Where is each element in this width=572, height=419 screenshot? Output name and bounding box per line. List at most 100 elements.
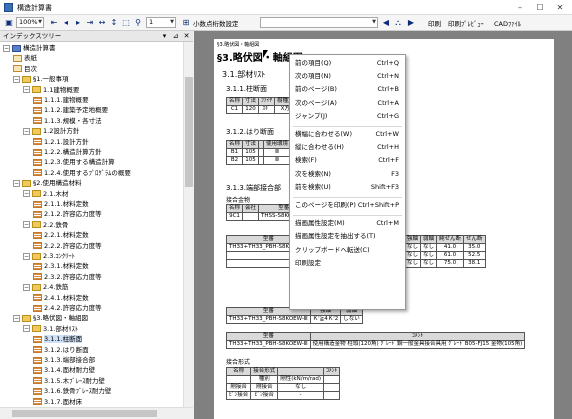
tree-item[interactable]: 2.4.2.許容応力度等 <box>33 303 102 313</box>
tree-item[interactable]: − §2.使用構造材料 <box>13 178 81 188</box>
fit-height-icon[interactable]: ↕ <box>108 17 120 29</box>
table-cell: 61.0 <box>435 251 464 260</box>
menu-item[interactable]: ジャンプ(J) Ctrl+G <box>290 111 405 122</box>
minimize-button[interactable]: – <box>510 1 530 14</box>
tree-item[interactable]: − 2.2.鉄骨 <box>23 220 68 230</box>
tree-horizontal-scrollbar[interactable] <box>0 407 193 419</box>
tree-item[interactable]: 2.1.1.材料定数 <box>33 199 89 209</box>
zoom-select[interactable]: 100% ▼ <box>16 17 44 28</box>
collapse-toggle-icon[interactable]: − <box>23 252 30 260</box>
menu-item[interactable]: 次の項目(N) Ctrl+N <box>290 71 405 82</box>
decimal-setting-button[interactable]: 小数点桁数設定 <box>193 18 239 28</box>
next-page-icon[interactable]: ▸ <box>72 17 84 29</box>
collapse-toggle-icon[interactable]: − <box>13 314 20 322</box>
cad-file-button[interactable]: CADﾌｧｲﾙ <box>494 18 521 28</box>
menu-item[interactable]: 前のページ(B) Ctrl+B <box>290 84 405 95</box>
menu-item[interactable]: 描画属性設定を抽出する(T) <box>290 231 405 242</box>
tree-item[interactable]: − 1.2設計方針 <box>23 126 79 136</box>
tree-item[interactable]: 3.1.6.鉄骨ﾌﾞﾚｰｽ耐力壁 <box>33 386 111 396</box>
scroll-thumb[interactable] <box>185 77 193 187</box>
tree-item[interactable]: 2.3.1.材料定数 <box>33 261 89 271</box>
menu-item[interactable]: このページを印刷(P) Ctrl+Shift+P <box>290 200 405 211</box>
tree-item[interactable]: 1.2.1.設計方針 <box>33 137 89 147</box>
search-icon[interactable]: ⚲ <box>132 17 144 29</box>
tree-item[interactable]: 2.2.2.許容応力度等 <box>33 241 102 251</box>
binoculars-icon[interactable]: ⛬ <box>392 17 404 29</box>
close-panel-icon[interactable]: ✕ <box>182 31 191 41</box>
tree-item[interactable]: 3.1.5.木ﾌﾞﾚｰｽ耐力壁 <box>33 376 105 386</box>
pin-icon[interactable]: ▾ <box>160 31 169 41</box>
search-input[interactable]: ▼ <box>260 17 378 28</box>
table-cell: C1 <box>225 105 244 114</box>
first-page-icon[interactable]: ⇤ <box>48 17 60 29</box>
tree-item[interactable]: 3.1.2.はり断面 <box>33 345 89 355</box>
autohide-icon[interactable]: ⊿ <box>171 31 180 41</box>
tree-item[interactable]: − 3.1.部材ﾘｽﾄ <box>23 324 78 334</box>
tree-vertical-scrollbar[interactable] <box>183 42 193 407</box>
menu-item[interactable]: 次を検索(N) F3 <box>290 169 405 180</box>
page-select[interactable]: 1 ▼ <box>146 17 176 28</box>
menu-item[interactable]: 前の項目(Q) Ctrl+Q <box>290 58 405 69</box>
find-prev-icon[interactable]: ◀ <box>380 17 392 29</box>
tree-item[interactable]: − 2.1.木材 <box>23 189 68 199</box>
collapse-toggle-icon[interactable]: − <box>23 190 30 198</box>
collapse-toggle-icon[interactable]: − <box>23 221 30 229</box>
last-page-icon[interactable]: ⇥ <box>84 17 96 29</box>
tree-item[interactable]: 3.1.7.面材床 <box>33 397 82 407</box>
fit-width-icon[interactable]: ↔ <box>96 17 108 29</box>
close-button[interactable]: ✕ <box>550 1 570 14</box>
print-preview-button[interactable]: 印刷ﾌﾟﾚﾋﾞｭｰ <box>448 18 484 28</box>
folder-icon <box>32 86 41 94</box>
tree-item[interactable]: 1.1.2.建築予定地概要 <box>33 105 108 115</box>
scroll-thumb[interactable] <box>12 410 157 417</box>
tree-item[interactable]: − 構造計算書 <box>3 43 56 53</box>
tree-item[interactable]: 2.2.1.材料定数 <box>33 230 89 240</box>
tree-item[interactable]: 目次 <box>13 64 37 74</box>
print-button[interactable]: 印刷 <box>428 18 441 28</box>
prev-page-icon[interactable]: ◂ <box>60 17 72 29</box>
fit-page-icon[interactable]: ⬚ <box>120 17 132 29</box>
menu-item[interactable]: 縦に合わせる(H) Ctrl+H <box>290 142 405 153</box>
tree-item[interactable]: 3.1.4.面材耐力壁 <box>33 365 95 375</box>
collapse-toggle-icon[interactable]: − <box>3 44 10 52</box>
sub-icon <box>33 106 42 114</box>
tree-item[interactable]: 2.1.2.許容応力度等 <box>33 209 102 219</box>
tree-item[interactable]: 3.1.1.柱断面 <box>33 334 83 344</box>
sheet-icon <box>13 65 22 73</box>
tree-item[interactable]: − 2.3.ｺﾝｸﾘｰﾄ <box>23 251 75 261</box>
table-cell: 105 <box>242 156 260 165</box>
tree-item[interactable]: − §1.一般事項 <box>13 74 68 84</box>
collapse-toggle-icon[interactable]: − <box>13 179 20 187</box>
find-next-icon[interactable]: ▶ <box>405 17 417 29</box>
maximize-button[interactable]: ☐ <box>530 1 550 14</box>
tree-item[interactable]: 1.2.4.使用するﾌﾟﾛｸﾞﾗﾑの概要 <box>33 168 131 178</box>
tree-item[interactable]: 2.4.1.材料定数 <box>33 293 89 303</box>
decimal-icon[interactable]: ⊞ <box>180 17 192 29</box>
collapse-toggle-icon[interactable]: − <box>23 127 30 135</box>
tree-item[interactable]: 3.1.3.端部接合部 <box>33 355 95 365</box>
tree-item[interactable]: 1.1.1.建物概要 <box>33 95 89 105</box>
collapse-toggle-icon[interactable]: − <box>23 325 30 333</box>
tree-item[interactable]: 1.1.3.規模・各寸法 <box>33 116 102 126</box>
menu-item[interactable]: 前を検索(U) Shift+F3 <box>290 182 405 193</box>
menu-item[interactable]: 描画属性設定(M) Ctrl+M <box>290 218 405 229</box>
collapse-toggle-icon[interactable]: − <box>23 283 30 291</box>
menu-item[interactable]: 検索(F) Ctrl+F <box>290 155 405 166</box>
menu-item[interactable]: 次のページ(A) Ctrl+A <box>290 98 405 109</box>
menu-item[interactable]: クリップボードへ転送(C) <box>290 245 405 256</box>
print-icon[interactable]: ▣ <box>3 17 15 29</box>
menu-shortcut: Ctrl+Q <box>376 59 399 67</box>
menu-item[interactable]: 印刷設定 <box>290 258 405 269</box>
tree-item[interactable]: 表紙 <box>13 53 37 63</box>
collapse-toggle-icon[interactable]: − <box>23 86 30 94</box>
menu-item[interactable]: 横幅に合わせる(W) Ctrl+W <box>290 129 405 140</box>
tree-item-label: 1.2.2.構造計算方針 <box>44 148 102 156</box>
tree-item[interactable]: 2.3.2.許容応力度等 <box>33 272 102 282</box>
mouse-cursor-icon <box>263 50 268 58</box>
tree-item[interactable]: − 1.1建物概要 <box>23 85 79 95</box>
tree-item[interactable]: 1.2.2.構造計算方針 <box>33 147 102 157</box>
collapse-toggle-icon[interactable]: − <box>13 75 20 83</box>
tree-item[interactable]: − §3.略伏図・軸組図 <box>13 313 88 323</box>
tree-item[interactable]: − 2.4.鉄筋 <box>23 282 68 292</box>
tree-item[interactable]: 1.2.3.使用する構造計算 <box>33 157 115 167</box>
